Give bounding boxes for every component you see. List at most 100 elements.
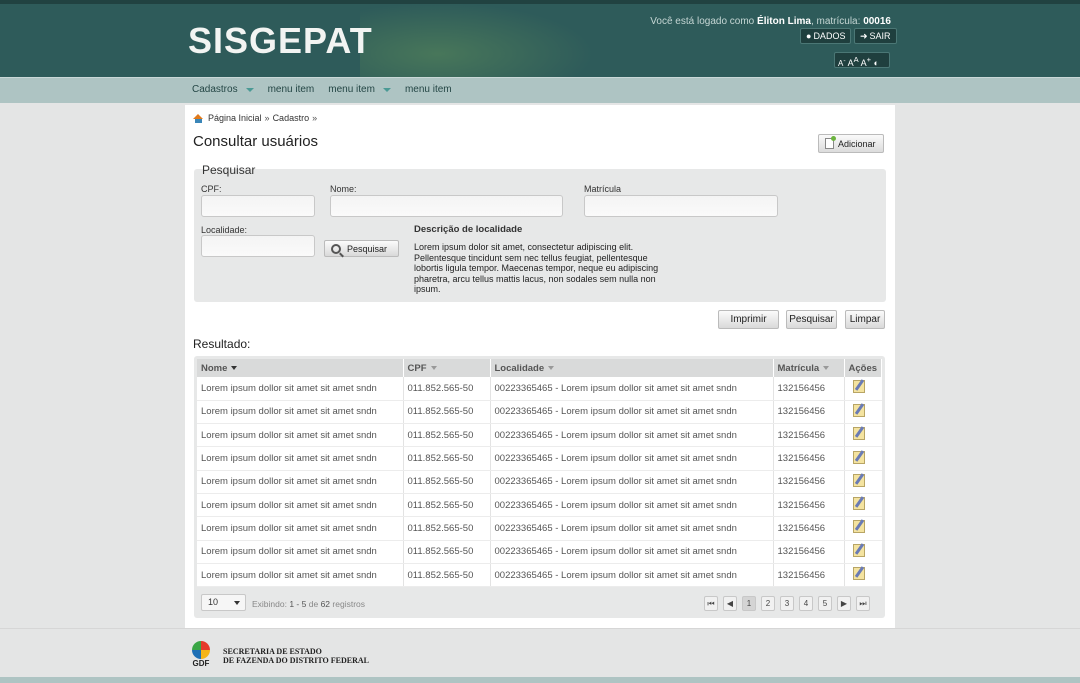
edit-icon[interactable] bbox=[852, 403, 865, 417]
search-panel: Pesquisar CPF: Nome: Matrícula Localidad… bbox=[194, 163, 886, 302]
localidade-label: Localidade: bbox=[201, 225, 248, 235]
results-table: Nome CPF Localidade Matrícula Ações Lore… bbox=[197, 359, 882, 588]
edit-icon[interactable] bbox=[852, 520, 865, 534]
localidade-description-title: Descrição de localidade bbox=[414, 224, 523, 235]
cell-matricula: 132156456 bbox=[773, 470, 845, 494]
header-decoration bbox=[360, 4, 620, 77]
chevron-down-icon bbox=[245, 87, 254, 92]
bottom-bar bbox=[0, 677, 1080, 683]
cell-matricula: 132156456 bbox=[773, 540, 845, 564]
font-size-controls: A- AA A+ ◐ bbox=[834, 52, 890, 68]
search-localidade-button[interactable]: Pesquisar bbox=[324, 240, 399, 257]
cell-matricula: 132156456 bbox=[773, 516, 845, 541]
sort-icon bbox=[430, 365, 437, 370]
menu-item-2[interactable]: menu item bbox=[268, 84, 315, 95]
clear-button[interactable]: Limpar bbox=[845, 310, 885, 329]
last-page-button[interactable]: ⏭ bbox=[856, 596, 870, 611]
pagination-info: Exibindo: 1 - 5 de 62 registros bbox=[252, 599, 366, 609]
cell-cpf: 011.852.565-50 bbox=[403, 446, 491, 471]
font-increase-button[interactable]: A+ bbox=[861, 55, 871, 68]
table-row[interactable]: Lorem ipsum dollor sit amet sit amet snd… bbox=[197, 470, 882, 494]
cell-nome: Lorem ipsum dollor sit amet sit amet snd… bbox=[197, 377, 404, 401]
sair-button[interactable]: ➜ SAIR bbox=[854, 28, 897, 44]
sort-icon bbox=[548, 365, 555, 370]
search-button[interactable]: Pesquisar bbox=[786, 310, 837, 329]
menu-item-3[interactable]: menu item bbox=[328, 84, 391, 95]
cell-matricula: 132156456 bbox=[773, 493, 845, 518]
table-row[interactable]: Lorem ipsum dollor sit amet sit amet snd… bbox=[197, 377, 882, 401]
table-row[interactable]: Lorem ipsum dollor sit amet sit amet snd… bbox=[197, 516, 882, 541]
search-legend: Pesquisar bbox=[202, 163, 256, 177]
page-size-select[interactable]: 10 bbox=[201, 594, 246, 611]
prev-page-button[interactable]: ◀ bbox=[723, 596, 737, 611]
cpf-input[interactable] bbox=[201, 195, 315, 217]
page-button-2[interactable]: 2 bbox=[761, 596, 775, 611]
user-name: Éliton Lima bbox=[757, 16, 811, 27]
nome-label: Nome: bbox=[330, 184, 357, 194]
table-row[interactable]: Lorem ipsum dollor sit amet sit amet snd… bbox=[197, 493, 882, 518]
first-page-button[interactable]: ⏮ bbox=[704, 596, 718, 611]
cell-cpf: 011.852.565-50 bbox=[403, 563, 491, 588]
cell-localidade: 00223365465 - Lorem ipsum dollor sit ame… bbox=[490, 470, 774, 494]
cell-nome: Lorem ipsum dollor sit amet sit amet snd… bbox=[197, 470, 404, 494]
col-header-localidade[interactable]: Localidade bbox=[490, 359, 774, 377]
col-header-matricula[interactable]: Matrícula bbox=[773, 359, 845, 377]
cell-localidade: 00223365465 - Lorem ipsum dollor sit ame… bbox=[490, 540, 774, 564]
cell-cpf: 011.852.565-50 bbox=[403, 400, 491, 425]
col-header-cpf[interactable]: CPF bbox=[403, 359, 491, 377]
edit-icon[interactable] bbox=[852, 497, 865, 511]
results-grid: Nome CPF Localidade Matrícula Ações Lore… bbox=[194, 356, 885, 618]
edit-icon[interactable] bbox=[852, 543, 865, 557]
edit-icon[interactable] bbox=[852, 380, 865, 394]
cell-matricula: 132156456 bbox=[773, 377, 845, 401]
table-row[interactable]: Lorem ipsum dollor sit amet sit amet snd… bbox=[197, 400, 882, 425]
dados-label: DADOS bbox=[813, 31, 846, 41]
menu-item-4[interactable]: menu item bbox=[405, 84, 452, 95]
edit-icon[interactable] bbox=[852, 473, 865, 487]
localidade-description: Lorem ipsum dolor sit amet, consectetur … bbox=[414, 242, 659, 294]
font-decrease-button[interactable]: A- bbox=[838, 57, 846, 68]
table-row[interactable]: Lorem ipsum dollor sit amet sit amet snd… bbox=[197, 563, 882, 588]
page-button-3[interactable]: 3 bbox=[780, 596, 794, 611]
font-normal-button[interactable]: AA bbox=[848, 55, 859, 68]
secretaria-line1: SECRETARIA DE ESTADO bbox=[223, 647, 322, 656]
cell-matricula: 132156456 bbox=[773, 423, 845, 448]
gdf-text: GDF bbox=[192, 659, 210, 668]
result-title: Resultado: bbox=[193, 337, 251, 351]
cell-localidade: 00223365465 - Lorem ipsum dollor sit ame… bbox=[490, 446, 774, 471]
next-page-button[interactable]: ▶ bbox=[837, 596, 851, 611]
cell-localidade: 00223365465 - Lorem ipsum dollor sit ame… bbox=[490, 377, 774, 401]
page-button-5[interactable]: 5 bbox=[818, 596, 832, 611]
footer: GDF SECRETARIA DE ESTADO DE FAZENDA DO D… bbox=[0, 628, 1080, 677]
app-logo[interactable]: SISGEPAT bbox=[188, 20, 373, 62]
table-row[interactable]: Lorem ipsum dollor sit amet sit amet snd… bbox=[197, 540, 882, 564]
page-button-4[interactable]: 4 bbox=[799, 596, 813, 611]
cell-nome: Lorem ipsum dollor sit amet sit amet snd… bbox=[197, 540, 404, 564]
table-row[interactable]: Lorem ipsum dollor sit amet sit amet snd… bbox=[197, 446, 882, 471]
edit-icon[interactable] bbox=[852, 427, 865, 441]
print-button[interactable]: Imprimir bbox=[718, 310, 779, 329]
breadcrumb-current[interactable]: Cadastro bbox=[273, 113, 310, 123]
dados-button[interactable]: ● DADOS bbox=[800, 28, 852, 44]
sair-label: SAIR bbox=[869, 31, 891, 41]
edit-icon[interactable] bbox=[852, 567, 865, 581]
cell-localidade: 00223365465 - Lorem ipsum dollor sit ame… bbox=[490, 493, 774, 518]
menu-item-cadastros[interactable]: Cadastros bbox=[192, 84, 254, 95]
cell-matricula: 132156456 bbox=[773, 563, 845, 588]
localidade-input[interactable] bbox=[201, 235, 315, 257]
table-row[interactable]: Lorem ipsum dollor sit amet sit amet snd… bbox=[197, 423, 882, 448]
edit-icon[interactable] bbox=[852, 450, 865, 464]
nome-input[interactable] bbox=[330, 195, 563, 217]
matricula-input[interactable] bbox=[584, 195, 778, 217]
col-header-nome[interactable]: Nome bbox=[197, 359, 404, 377]
page-button-1[interactable]: 1 bbox=[742, 596, 756, 611]
home-icon[interactable] bbox=[193, 113, 204, 123]
cell-nome: Lorem ipsum dollor sit amet sit amet snd… bbox=[197, 516, 404, 541]
add-button[interactable]: Adicionar bbox=[818, 134, 884, 153]
breadcrumb-home[interactable]: Página Inicial bbox=[208, 113, 262, 123]
table-header-row: Nome CPF Localidade Matrícula Ações bbox=[197, 359, 882, 377]
breadcrumb-separator-end: » bbox=[312, 113, 318, 123]
gdf-logo: GDF bbox=[190, 641, 212, 671]
contrast-icon[interactable]: ◐ bbox=[874, 58, 879, 68]
col-header-acoes: Ações bbox=[844, 359, 882, 377]
